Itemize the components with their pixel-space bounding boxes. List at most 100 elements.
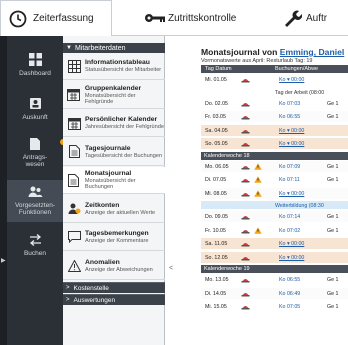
table-row[interactable]: Fr. 10.05 Ko 07:02 Ge 1	[201, 225, 348, 236]
table-row[interactable]: Di. 14.05 Ko 06:49 Ge 1	[201, 287, 348, 299]
nav-item-dashboard[interactable]: Dashboard	[7, 52, 63, 86]
table-row[interactable]: Sa. 11.05 Ko ▾ 00:00	[201, 238, 348, 249]
request-document-icon	[29, 137, 40, 150]
row-date: Mo. 06.05	[205, 163, 229, 170]
menu-item-gruppenkalender[interactable]: Gruppenkalender Monatsübersicht der Fehlg…	[63, 82, 165, 109]
chevron-right-icon: >	[66, 285, 70, 291]
warning-icon[interactable]	[254, 162, 262, 172]
clock-person-icon	[63, 202, 85, 215]
document-icon	[63, 145, 85, 158]
row-date: Di. 07.05	[205, 177, 227, 183]
row-come-time[interactable]: Ko 06:49	[279, 291, 300, 297]
tab-auftrag[interactable]: Auftr	[285, 0, 327, 36]
table-row[interactable]: So. 05.05 Ko ▾ 00:00	[201, 138, 348, 149]
menu-item-tagesjournale[interactable]: Tagesjournale Tagesübersicht der Buchunge…	[63, 139, 165, 166]
menu-section-kostenstelle[interactable]: > Kostenstelle	[63, 282, 165, 293]
warning-icon[interactable]	[254, 189, 262, 199]
warning-icon[interactable]	[254, 226, 262, 236]
row-come-time[interactable]: Ko 07:05	[279, 304, 300, 310]
table-row[interactable]: Di. 07.05 Ko 07:11 Ge 1	[201, 174, 348, 185]
menu-item-title: Tagesjournale	[85, 144, 131, 152]
menu-item-zeitkonten[interactable]: Zeitkonten Anzeige der aktuellen Werte	[63, 196, 165, 223]
row-come-time[interactable]: Ko ▾ 00:00	[279, 241, 304, 247]
row-date: Mi. 01.05	[205, 77, 227, 83]
menu-item-tagesbemerkungen[interactable]: Tagesbemerkungen Anzeige der Kommentare	[63, 224, 165, 251]
menu-item-monatsjournal[interactable]: Monatsjournal Monatsübersicht der Buchung…	[63, 167, 165, 194]
menu-header-label: Mitarbeiterdaten	[74, 44, 126, 52]
row-come-time[interactable]: Ko ▾ 00:00	[279, 191, 304, 197]
nav-item-auskunft[interactable]: Auskunft	[7, 96, 63, 130]
table-row[interactable]: So. 12.05 Ko ▾ 00:00	[201, 251, 348, 263]
calendar-status-icon[interactable]	[241, 190, 250, 199]
menu-item-title: Persönlicher Kalender	[85, 116, 158, 123]
menu-item-informationstableau[interactable]: Informationstableau Statusübersicht der M…	[63, 53, 165, 80]
table-row[interactable]: Mo. 13.05 Ko 06:55 Ge 1	[201, 274, 348, 285]
row-come-time[interactable]: Ko 06:55	[279, 114, 300, 120]
warning-icon[interactable]	[254, 176, 262, 185]
calendar-status-icon[interactable]	[241, 213, 250, 222]
tab-zeiterfassung-label: Zeiterfassung	[33, 13, 94, 24]
menu-header[interactable]: ▼ Mitarbeiterdaten	[63, 43, 165, 53]
menu-item-persönlicher-kalender[interactable]: Persönlicher Kalender Jahresübersicht der…	[63, 110, 165, 137]
nav-edge-strip[interactable]: ▶	[0, 36, 7, 345]
calendar-status-icon[interactable]	[241, 290, 250, 299]
calendar-status-icon[interactable]	[241, 113, 250, 122]
row-date: Fr. 10.05	[205, 227, 226, 234]
row-come-time[interactable]: Ko 07:02	[279, 228, 300, 234]
menu-item-title: Gruppenkalender	[84, 84, 142, 92]
table-row[interactable]: Mo. 06.05 Ko 07:09 Ge 1	[201, 160, 348, 172]
calendar-status-icon[interactable]	[241, 254, 250, 263]
employee-name-link[interactable]: Emming, Daniel	[280, 47, 344, 57]
day-annotation-text: Weiterbildung (08:30	[275, 203, 324, 209]
calendar-status-icon[interactable]	[241, 303, 250, 312]
row-date: Di. 14.05	[205, 290, 227, 297]
collapse-menu-icon[interactable]: <	[169, 265, 173, 272]
row-come-time[interactable]: Ko 07:14	[279, 214, 300, 220]
calendar-status-icon[interactable]	[241, 76, 250, 85]
calendar-status-icon[interactable]	[241, 100, 250, 109]
top-tab-bar: Zeiterfassung Zutrittskontrolle Auftr	[0, 0, 348, 36]
table-row[interactable]: Do. 02.05 Ko 07:03 Ge 1	[201, 98, 348, 109]
row-come-time[interactable]: Ko 07:09	[279, 164, 300, 170]
nav-item-buchen[interactable]: Buchen	[7, 232, 63, 266]
row-come-time[interactable]: Ko ▾ 00:00	[279, 255, 304, 261]
expand-arrow-icon[interactable]: ▶	[1, 257, 6, 264]
menu-item-subtitle: Statusübersicht der Mitarbeiter	[85, 67, 162, 73]
menu-item-anomalien[interactable]: Anomalien Anzeige der Abweichungen	[63, 253, 165, 280]
row-come-time[interactable]: Ko 06:55	[279, 277, 300, 283]
swap-arrows-icon	[29, 233, 41, 246]
menu-item-subtitle: Jahresübersicht der Fehlgründe	[85, 124, 164, 130]
calendar-status-icon[interactable]	[241, 127, 250, 136]
calendar-status-icon[interactable]	[241, 276, 250, 285]
row-date: Mi. 15.05	[205, 304, 227, 310]
table-row[interactable]: Mi. 01.05 Ko ▾ 00:00	[201, 74, 348, 85]
row-go-time: Ge 1	[327, 177, 339, 183]
row-come-time[interactable]: Ko 07:03	[279, 101, 300, 107]
row-come-time[interactable]: Ko ▾ 00:00	[279, 128, 304, 134]
table-row[interactable]: Mi. 08.05 Ko ▾ 00:00	[201, 187, 348, 199]
column-header-date: Tag Datum	[205, 66, 232, 72]
row-come-time[interactable]: Ko ▾ 00:00	[279, 141, 304, 147]
table-row[interactable]: Fr. 03.05 Ko 06:55 Ge 1	[201, 111, 348, 122]
menu-item-title: Monatsjournal	[84, 170, 132, 177]
row-come-time[interactable]: Ko ▾ 00:00	[279, 77, 304, 83]
people-icon	[28, 186, 42, 197]
row-come-time[interactable]: Ko 07:11	[279, 177, 300, 183]
table-row[interactable]: Do. 09.05 Ko 07:14 Ge 1	[201, 211, 348, 222]
tab-zutrittskontrolle[interactable]: Zutrittskontrolle	[145, 0, 236, 36]
menu-item-title: Informationstableau	[85, 59, 150, 66]
row-go-time: Ge 1	[327, 290, 339, 297]
calendar-status-icon[interactable]	[241, 140, 250, 149]
nav-label-auskunft: Auskunft	[22, 114, 48, 121]
calendar-status-icon[interactable]	[241, 176, 250, 185]
table-row[interactable]: Sa. 04.05 Ko ▾ 00:00	[201, 124, 348, 136]
calendar-status-icon[interactable]	[241, 227, 250, 236]
menu-section-auswertungen[interactable]: > Auswertungen	[63, 294, 165, 305]
tab-zeiterfassung[interactable]: Zeiterfassung	[0, 0, 112, 36]
table-row[interactable]: Mi. 15.05 Ko 07:05 Ge 1	[201, 301, 348, 312]
nav-item-antraege[interactable]: Antrags- wesen	[7, 136, 66, 176]
calendar-status-icon[interactable]	[241, 240, 250, 249]
wrench-icon	[285, 10, 302, 27]
calendar-status-icon[interactable]	[241, 163, 250, 172]
nav-item-vorgesetzte[interactable]: Vorgesetzten- Funktionen	[7, 180, 63, 222]
